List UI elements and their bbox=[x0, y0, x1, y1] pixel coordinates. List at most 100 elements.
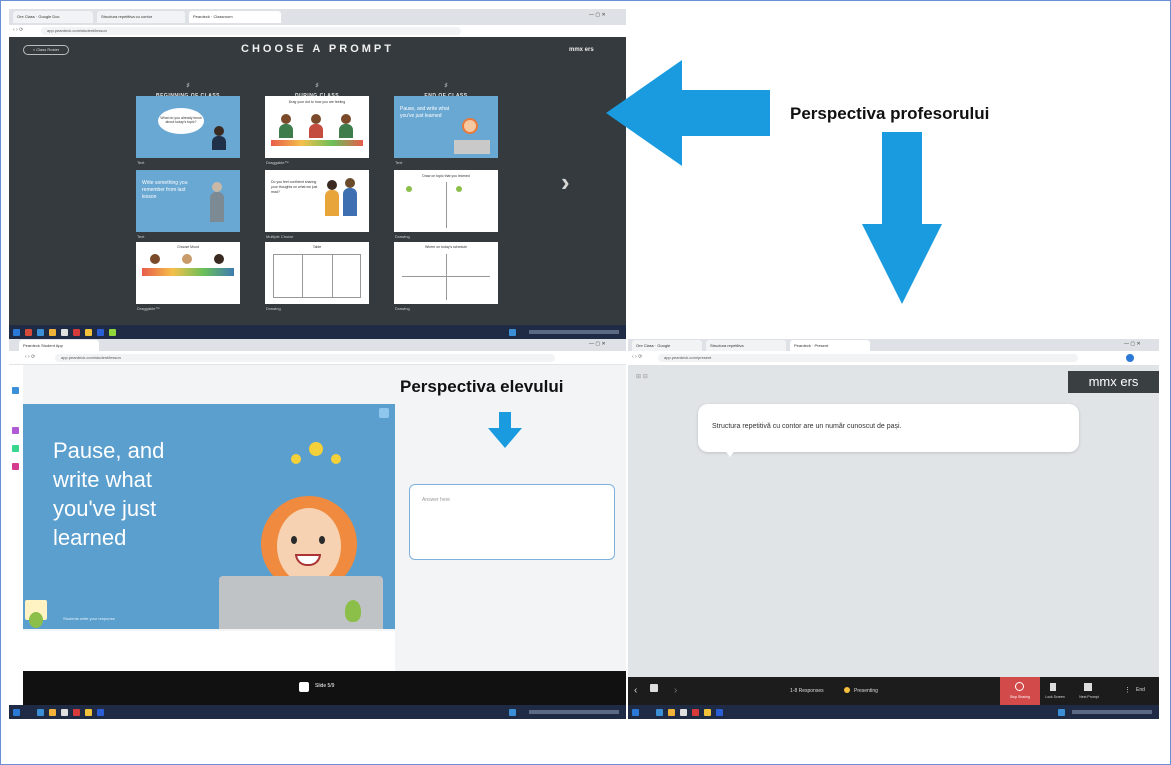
card-type-label: Drawing bbox=[395, 234, 410, 239]
app-icon[interactable] bbox=[680, 709, 687, 716]
app-icon[interactable] bbox=[97, 329, 104, 336]
stop-sharing-button[interactable]: Stop Sharing bbox=[1000, 677, 1040, 705]
app-icon[interactable] bbox=[97, 709, 104, 716]
dot-icon bbox=[456, 186, 462, 192]
slide-text: Pause, and write what you've just learne… bbox=[53, 436, 164, 552]
card-text: Do you feel confident sharing your thoug… bbox=[271, 180, 318, 194]
nav-arrows-icon[interactable]: ‹ › ⟳ bbox=[25, 354, 35, 360]
answer-placeholder: Answer here bbox=[422, 497, 451, 503]
app-icon[interactable] bbox=[37, 709, 44, 716]
prev-icon[interactable]: ‹ bbox=[634, 685, 637, 696]
folder-icon[interactable] bbox=[668, 709, 675, 716]
dot-icon bbox=[406, 186, 412, 192]
app-icon[interactable] bbox=[85, 709, 92, 716]
address-bar[interactable]: app.peardeck.com/student/lesson bbox=[41, 27, 461, 35]
browser-tab[interactable]: Structura repetitiva bbox=[706, 340, 786, 351]
person-icon bbox=[281, 114, 291, 124]
app-icon[interactable] bbox=[61, 709, 68, 716]
app-icon[interactable] bbox=[37, 329, 44, 336]
window-controls[interactable]: — ▢ ✕ bbox=[589, 12, 606, 18]
grid-icon[interactable]: ⊞ ⊟ bbox=[636, 373, 648, 380]
app-icon[interactable] bbox=[25, 329, 32, 336]
prompt-card[interactable]: Write something you remember from last l… bbox=[136, 170, 240, 232]
browser-tab[interactable]: Ore Class · Google Doc bbox=[13, 11, 93, 23]
person-icon bbox=[345, 178, 355, 188]
folder-icon[interactable] bbox=[49, 709, 56, 716]
start-icon[interactable] bbox=[13, 329, 20, 336]
prompt-card-selected[interactable]: Pause, and write what you've just learne… bbox=[394, 96, 498, 158]
table-grid bbox=[273, 254, 361, 298]
down-arrow-icon bbox=[862, 132, 942, 304]
left-arrow-icon bbox=[606, 60, 770, 166]
tool-icon[interactable] bbox=[12, 387, 19, 394]
prompt-card[interactable]: Drag your dot to how you are feeling bbox=[265, 96, 369, 158]
card-text: Pause, and write what you've just learne… bbox=[400, 106, 450, 119]
start-icon[interactable] bbox=[632, 709, 639, 716]
folder-icon[interactable] bbox=[49, 329, 56, 336]
app-icon[interactable] bbox=[61, 329, 68, 336]
next-prompt-icon[interactable] bbox=[1084, 683, 1092, 691]
app-icon[interactable] bbox=[704, 709, 711, 716]
tray-icon[interactable] bbox=[509, 709, 516, 716]
slide-line: Pause, and bbox=[53, 438, 165, 463]
end-button[interactable]: End bbox=[1136, 687, 1145, 693]
tool-icon[interactable] bbox=[12, 445, 19, 452]
prompt-slide: Pause, and write what you've just learne… bbox=[23, 404, 395, 629]
profile-icon[interactable] bbox=[1126, 354, 1134, 362]
answer-input[interactable]: Answer here bbox=[409, 484, 615, 560]
mood-scale bbox=[142, 268, 234, 276]
person-icon bbox=[182, 254, 192, 264]
card-type-label: Drawing bbox=[266, 306, 281, 311]
prompt-card[interactable]: Draw on topic that you learned bbox=[394, 170, 498, 232]
address-bar[interactable]: app.peardeck.com/student/lesson bbox=[55, 354, 555, 362]
app-icon[interactable] bbox=[73, 329, 80, 336]
tool-icon[interactable] bbox=[12, 463, 19, 470]
person-body bbox=[343, 188, 357, 216]
card-text: Where on today's schedule bbox=[424, 245, 468, 249]
app-icon[interactable] bbox=[692, 709, 699, 716]
prompt-card[interactable]: Choose Mood bbox=[136, 242, 240, 304]
response-bubble: Structura repetitivă cu contor are un nu… bbox=[698, 404, 1079, 452]
tray-icon[interactable] bbox=[1058, 709, 1065, 716]
person-icon bbox=[214, 126, 224, 136]
stop-label: Stop Sharing bbox=[1009, 695, 1031, 699]
browser-tab-active[interactable]: Peardeck Student App bbox=[19, 340, 99, 351]
window-controls[interactable]: — ▢ ✕ bbox=[1124, 341, 1141, 347]
address-bar[interactable]: app.peardeck.com/present bbox=[658, 354, 1078, 362]
browser-tab[interactable]: Ore Class · Google bbox=[632, 340, 702, 351]
slides-icon[interactable] bbox=[650, 684, 658, 692]
tool-icon[interactable] bbox=[12, 427, 19, 434]
prompt-card[interactable]: Where on today's schedule bbox=[394, 242, 498, 304]
nav-arrows-icon[interactable]: ‹ › ⟳ bbox=[632, 354, 642, 360]
small-down-arrow-icon bbox=[488, 412, 522, 448]
tray-icon[interactable] bbox=[509, 329, 516, 336]
card-type-label: Text bbox=[395, 160, 403, 165]
window-controls[interactable]: — ▢ ✕ bbox=[589, 341, 606, 347]
next-icon[interactable]: › bbox=[674, 685, 677, 696]
pear-icon bbox=[345, 600, 361, 622]
more-icon[interactable]: ⋮ bbox=[1124, 686, 1131, 694]
browser-tab-active[interactable]: Peardeck · Present bbox=[790, 340, 870, 351]
browser-urlbar: ‹ › ⟳ app.peardeck.com/present bbox=[628, 351, 1159, 365]
browser-tab-active[interactable]: Peardeck · Classroom bbox=[189, 11, 281, 23]
prompt-card[interactable]: What do you already know about today's t… bbox=[136, 96, 240, 158]
app-icon[interactable] bbox=[73, 709, 80, 716]
prompt-card[interactable]: Do you feel confident sharing your thoug… bbox=[265, 170, 369, 232]
prompt-card[interactable]: Table bbox=[265, 242, 369, 304]
start-icon[interactable] bbox=[13, 709, 20, 716]
slide-line: you've just bbox=[53, 496, 157, 521]
app-icon[interactable] bbox=[85, 329, 92, 336]
lock-icon[interactable] bbox=[1050, 683, 1056, 691]
status-text: Presenting bbox=[854, 688, 878, 694]
expand-icon[interactable] bbox=[379, 408, 389, 418]
browser-tab[interactable]: Structura repetitiva cu contor bbox=[97, 11, 185, 23]
next-arrow-icon[interactable]: › bbox=[561, 167, 570, 198]
divider bbox=[302, 254, 303, 298]
person-icon bbox=[327, 180, 337, 190]
app-icon[interactable] bbox=[109, 329, 116, 336]
app-icon[interactable] bbox=[716, 709, 723, 716]
person-body bbox=[309, 124, 323, 138]
app-icon[interactable] bbox=[656, 709, 663, 716]
person-body bbox=[279, 124, 293, 138]
nav-arrows-icon[interactable]: ‹ › ⟳ bbox=[13, 27, 23, 33]
